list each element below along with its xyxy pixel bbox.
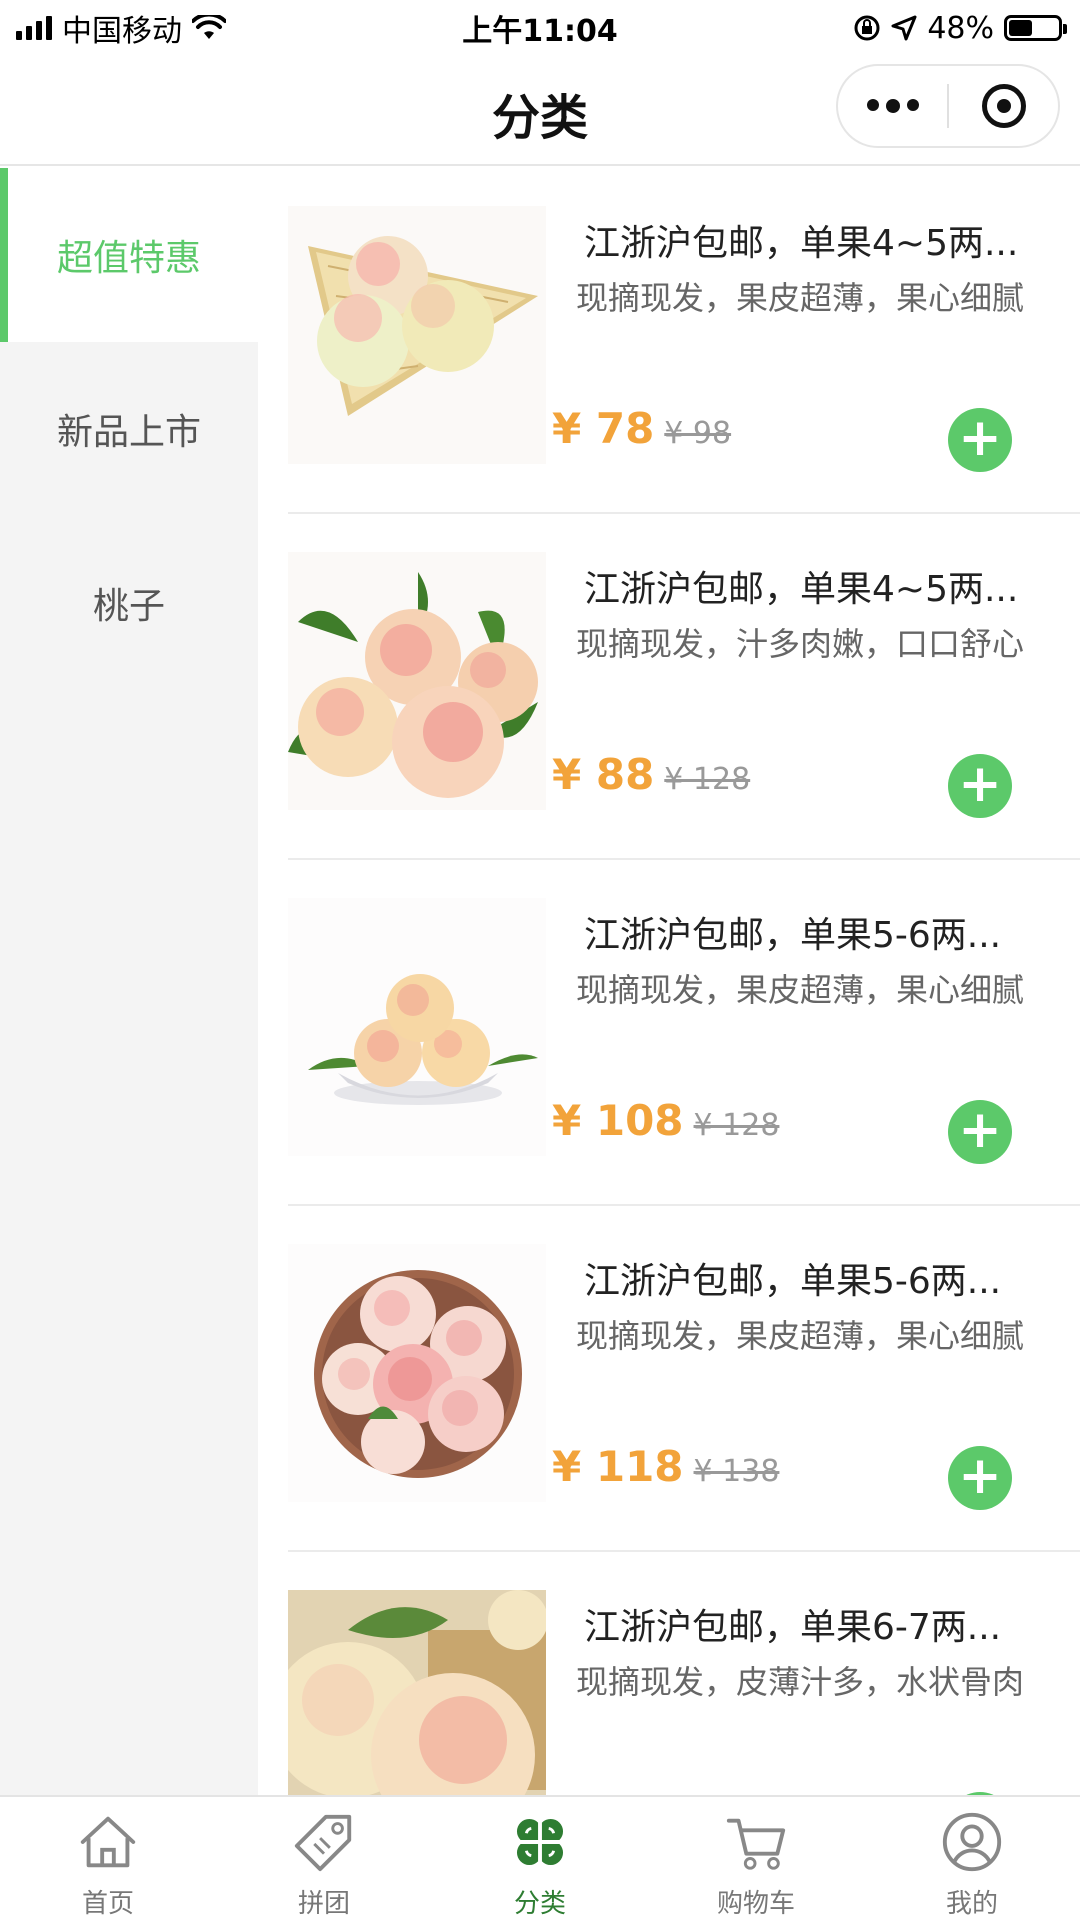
product-image[interactable] [288,1244,546,1502]
plus-icon: + [958,408,1002,468]
user-icon [942,1812,1002,1872]
status-left: 中国移动 [16,6,226,50]
price-row: ¥ 118 ¥ 138 [552,1442,779,1491]
product-item[interactable]: 江浙沪包邮，单果4~5两... 现摘现发，汁多肉嫩，口口舒心 ¥ 88 ¥ 12… [288,514,1080,860]
product-title: 江浙沪包邮，单果6-7两... [584,1607,1002,1648]
product-item[interactable]: 江浙沪包邮，单果5-6两... 现摘现发，果皮超薄，果心细腻 ¥ 118 ¥ 1… [288,1206,1080,1552]
target-icon [981,84,1026,128]
product-image[interactable] [288,898,546,1156]
product-image[interactable] [288,206,546,464]
product-price: ¥ 108 [552,1096,684,1145]
battery-icon [1004,15,1067,41]
category-icon [516,1818,564,1866]
product-description: 现摘现发，果皮超薄，果心细腻 [576,1317,1025,1355]
product-title: 江浙沪包邮，单果4~5两... [584,223,1019,264]
plus-icon: + [958,1446,1002,1506]
tab-cart[interactable]: 购物车 [648,1797,864,1920]
add-to-cart-button[interactable]: + [948,408,1012,472]
product-item[interactable]: 江浙沪包邮，单果5-6两... 现摘现发，果皮超薄，果心细腻 ¥ 108 ¥ 1… [288,860,1080,1206]
product-item[interactable]: 江浙沪包邮，单果6-7两... 现摘现发，皮薄汁多，水状骨肉 + [288,1552,1080,1795]
sidebar-item-special-offers[interactable]: 超值特惠 [0,168,258,342]
product-item[interactable]: 江浙沪包邮，单果4~5两... 现摘现发，果皮超薄，果心细腻 ¥ 78 ¥ 98… [288,168,1080,514]
tab-label: 分类 [513,1889,566,1919]
category-sidebar: 超值特惠 新品上市 桃子 [0,168,258,1795]
original-price: ¥ 98 [664,416,732,451]
price-row: ¥ 88 ¥ 128 [552,750,750,799]
product-price: ¥ 78 [552,404,655,453]
sidebar-item-label: 新品上市 [56,412,201,453]
plus-icon: + [958,1100,1002,1160]
wifi-icon [192,15,226,39]
tab-group-buy[interactable]: 拼团 [216,1797,432,1920]
tab-profile[interactable]: 我的 [864,1797,1080,1920]
add-to-cart-button[interactable]: + [948,754,1012,818]
product-description: 现摘现发，果皮超薄，果心细腻 [576,279,1025,317]
tab-label: 拼团 [297,1889,350,1919]
battery-percent: 48% [927,10,994,46]
product-title: 江浙沪包邮，单果5-6两... [584,1261,1002,1302]
status-bar: 中国移动 上午11:04 48% [0,0,1080,56]
location-arrow-icon [891,15,917,41]
product-title: 江浙沪包邮，单果5-6两... [584,915,1002,956]
tab-home[interactable]: 首页 [0,1797,216,1920]
product-price: ¥ 88 [552,750,655,799]
product-image[interactable] [288,1590,546,1795]
home-icon [80,1816,136,1868]
tab-label: 我的 [945,1889,998,1919]
carrier-label: 中国移动 [62,14,182,49]
product-title: 江浙沪包邮，单果4~5两... [584,569,1019,610]
tab-bar: 首页 拼团 分类 购物车 我的 [0,1795,1080,1920]
tab-category[interactable]: 分类 [432,1797,648,1920]
original-price: ¥ 128 [664,762,751,797]
sidebar-item-label: 桃子 [92,586,165,627]
price-row: ¥ 108 ¥ 128 [552,1096,779,1145]
tag-icon [294,1814,352,1872]
plus-icon: + [958,754,1002,814]
add-to-cart-button[interactable]: + [948,1446,1012,1510]
cart-icon [726,1818,786,1870]
product-description: 现摘现发，皮薄汁多，水状骨肉 [576,1663,1025,1701]
add-to-cart-button[interactable]: + [948,1100,1012,1164]
more-dots-icon [866,99,919,113]
close-button[interactable] [949,66,1058,146]
sidebar-item-label: 超值特惠 [56,238,201,279]
sidebar-item-peaches[interactable]: 桃子 [0,516,258,690]
signal-icon [16,16,52,40]
product-list[interactable]: 江浙沪包邮，单果4~5两... 现摘现发，果皮超薄，果心细腻 ¥ 78 ¥ 98… [288,168,1080,1795]
status-right: 48% [853,10,1067,46]
nav-bar: 分类 [0,56,1080,166]
product-description: 现摘现发，果皮超薄，果心细腻 [576,971,1025,1009]
original-price: ¥ 138 [693,1454,780,1489]
price-row: ¥ 78 ¥ 98 [552,404,731,453]
sidebar-item-new-arrivals[interactable]: 新品上市 [0,342,258,516]
original-price: ¥ 128 [693,1108,780,1143]
battery-fill [1009,20,1033,36]
miniprogram-capsule [836,64,1060,148]
tab-label: 首页 [81,1889,134,1919]
more-button[interactable] [838,66,947,146]
rotation-lock-icon [854,15,880,41]
product-image[interactable] [288,552,546,810]
tab-label: 购物车 [716,1889,795,1919]
product-price: ¥ 118 [552,1442,684,1491]
product-description: 现摘现发，汁多肉嫩，口口舒心 [576,625,1025,663]
